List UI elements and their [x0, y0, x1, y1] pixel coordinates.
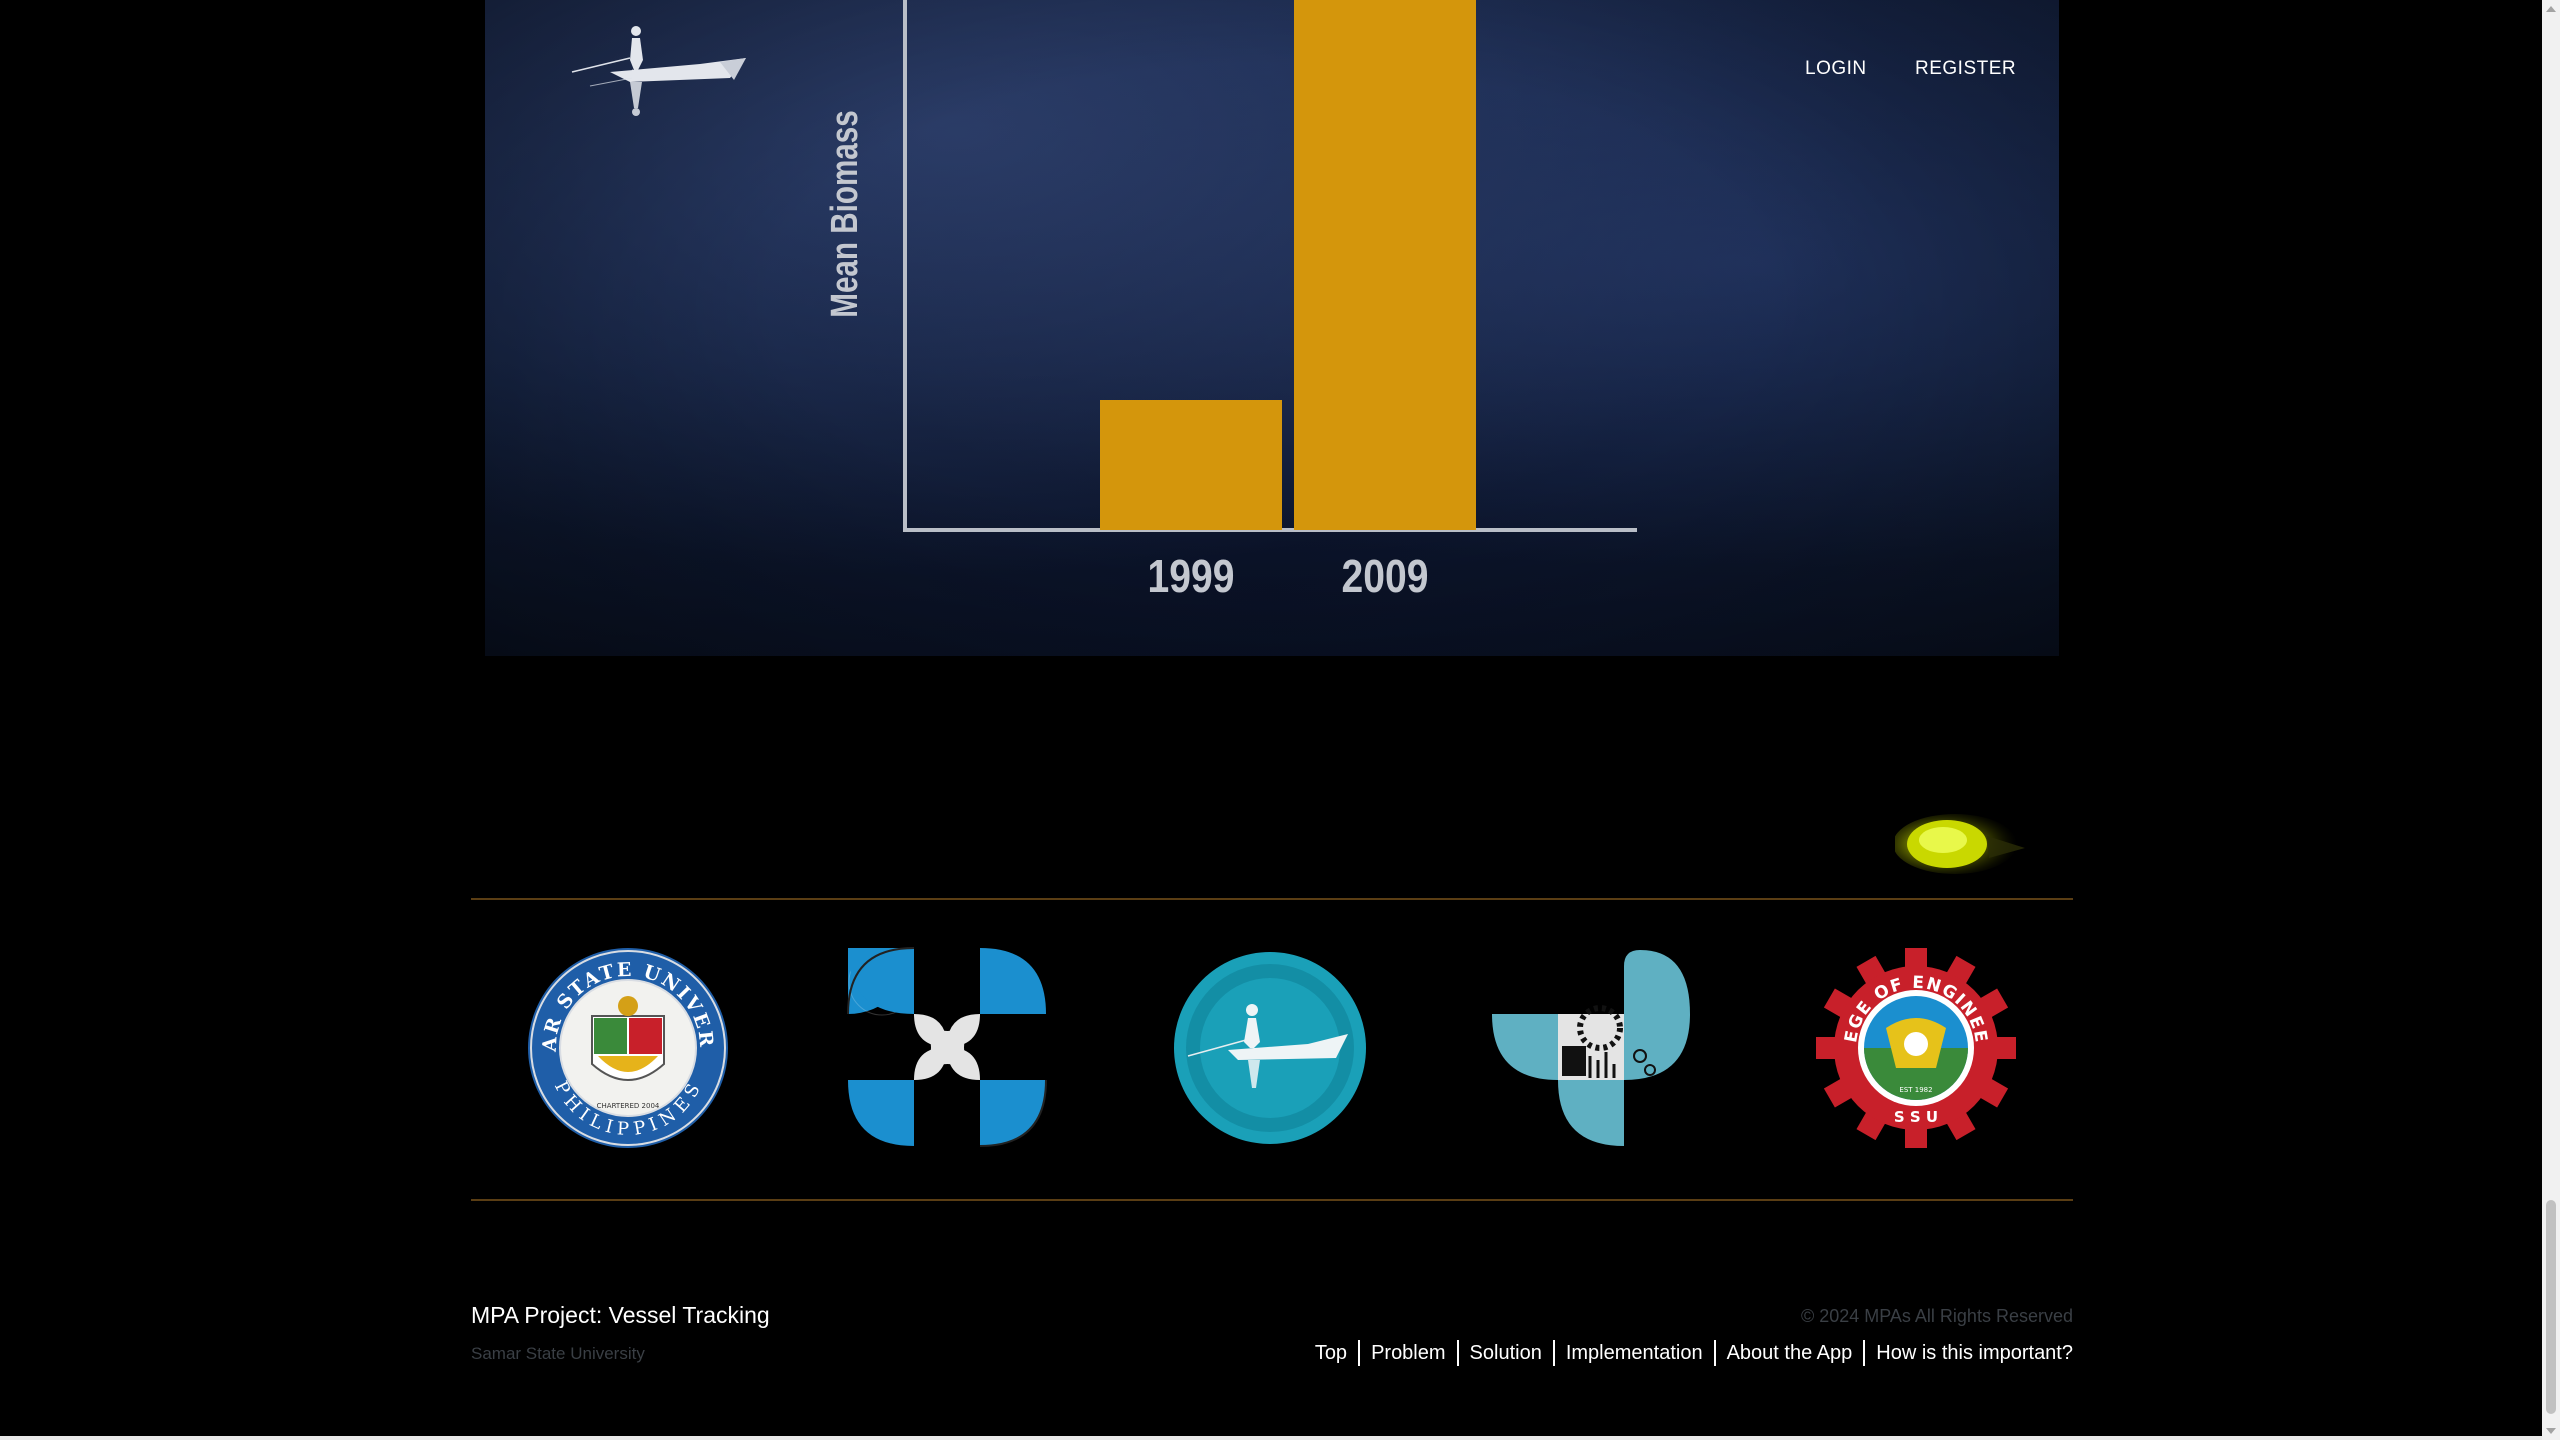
dost-pcieerd-logo-icon	[1492, 950, 1690, 1146]
scroll-up-arrow-icon[interactable]	[2546, 6, 2556, 12]
chart-bar-2009	[1294, 0, 1476, 530]
dost-logo-icon	[847, 947, 1047, 1147]
chart-y-label: Mean Biomass	[824, 110, 866, 317]
footer-copyright: © 2024 MPAs All Rights Reserved	[1800, 1306, 2073, 1326]
footer-link-how-is-this-important[interactable]: How is this important?	[1865, 1342, 2073, 1365]
footer-nav: Top Problem Solution Implementation Abou…	[1304, 1340, 2073, 1366]
divider-top	[471, 898, 2073, 900]
footer-title: MPA Project: Vessel Tracking	[471, 1302, 770, 1328]
chart-tick-label-2009: 2009	[1342, 551, 1429, 603]
window-bottom-edge	[0, 1436, 2542, 1440]
register-link[interactable]: REGISTER	[1915, 58, 2016, 80]
footer-link-implementation[interactable]: Implementation	[1555, 1342, 1714, 1365]
footer-link-about-the-app[interactable]: About the App	[1716, 1342, 1864, 1365]
scrollbar-thumb[interactable]	[2546, 1200, 2556, 1414]
footer-subtitle: Samar State University	[471, 1344, 645, 1363]
firefly-icon	[1895, 814, 2025, 874]
gear-est-text: EST 1982	[1899, 1086, 1932, 1094]
footer-link-top[interactable]: Top	[1304, 1342, 1358, 1365]
ssu-college-of-engineering-seal-icon: COLLEGE OF ENGINEERING S S U EST 1982	[1814, 946, 2016, 1148]
chart-tick-label-1999: 1999	[1148, 551, 1235, 603]
mpa-vessel-tracking-logo-icon	[1174, 952, 1366, 1144]
samar-state-university-seal-icon: SAMAR STATE UNIVERSITY PHILIPPINES CHART…	[526, 946, 728, 1148]
gear-bottom-text: S S U	[1894, 1108, 1938, 1126]
footer-link-solution[interactable]: Solution	[1459, 1342, 1553, 1365]
footer-link-problem[interactable]: Problem	[1360, 1342, 1456, 1365]
page-scrollbar[interactable]	[2542, 0, 2560, 1440]
divider-bottom	[471, 1199, 2073, 1201]
site-logo[interactable]	[570, 20, 750, 120]
scroll-down-arrow-icon[interactable]	[2546, 1428, 2556, 1434]
login-link[interactable]: LOGIN	[1805, 58, 1867, 80]
chart-bar-1999	[1100, 400, 1282, 530]
seal-center-text: CHARTERED 2004	[597, 1102, 660, 1110]
